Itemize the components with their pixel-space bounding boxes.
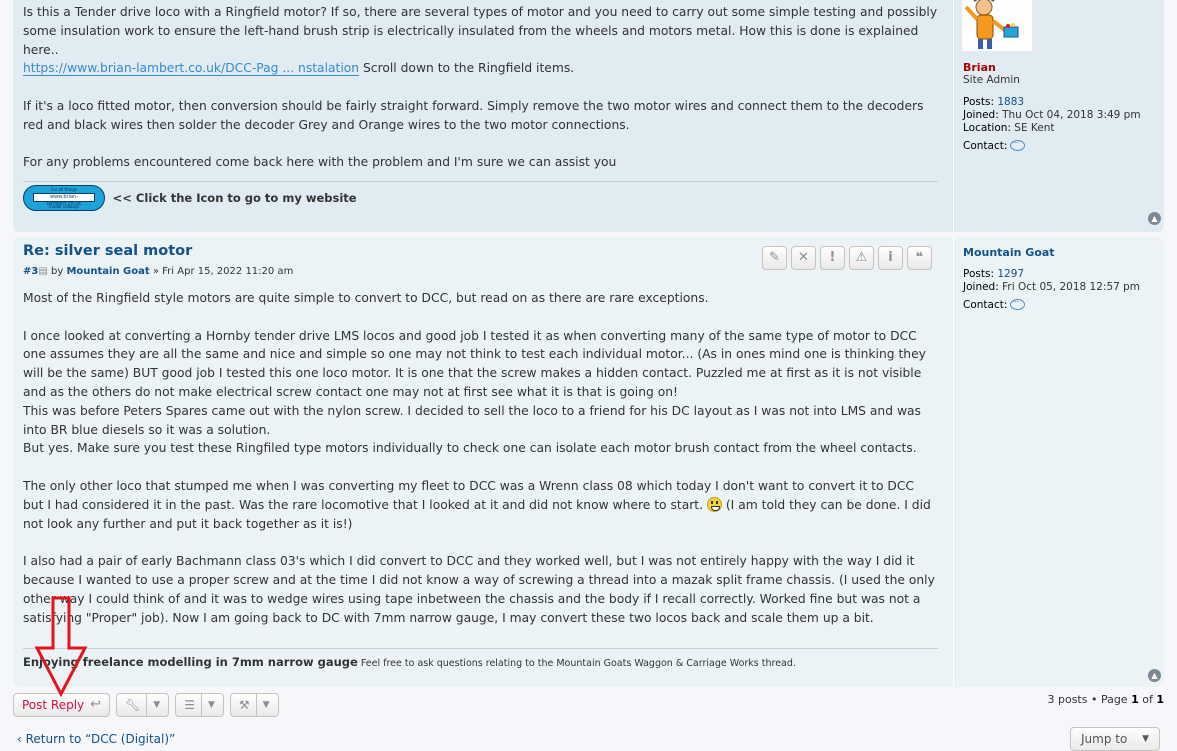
contact-label: Contact: bbox=[963, 299, 1008, 311]
location-value: SE Kent bbox=[1014, 122, 1055, 134]
posts-count-link[interactable]: 1297 bbox=[997, 268, 1024, 280]
jump-to-dropdown[interactable]: Jump to ▼ bbox=[1070, 727, 1160, 751]
badge-top-text: For all things bbox=[51, 187, 77, 192]
post-number-link[interactable]: #3 bbox=[23, 266, 38, 277]
posts-count-link[interactable]: 1883 bbox=[997, 96, 1024, 108]
post-2-paragraph-4: I also had a pair of early Bachmann clas… bbox=[23, 554, 935, 625]
post-2-body: Most of the Ringfield style motors are q… bbox=[23, 289, 938, 646]
return-to-forum-link[interactable]: ‹ Return to “DCC (Digital)” bbox=[17, 732, 175, 746]
total-pages: 1 bbox=[1156, 693, 1164, 706]
pagination: 3 posts • Page 1 of 1 bbox=[1047, 693, 1164, 706]
post-file-icon: ▤ bbox=[38, 266, 48, 277]
posts-label: Posts: bbox=[963, 268, 994, 280]
joined-label: Joined: bbox=[963, 281, 999, 293]
link-suffix-text: Scroll down to the Ringfield items. bbox=[359, 61, 575, 76]
annotation-arrow-icon bbox=[34, 596, 88, 698]
gavel-icon: ⚒ bbox=[238, 698, 250, 712]
moderator-tools-button[interactable]: ⚒ ▼ bbox=[229, 693, 279, 717]
profile-rank: Site Admin bbox=[963, 74, 1020, 86]
back-to-top-icon[interactable]: ▲ bbox=[1148, 212, 1161, 225]
contact-bubble-icon[interactable] bbox=[1010, 294, 1026, 310]
sort-icon: ☰ bbox=[184, 698, 195, 712]
chevron-down-icon: ▼ bbox=[200, 694, 215, 716]
grin-smiley-icon bbox=[706, 496, 722, 512]
edit-post-button[interactable]: ✎ bbox=[762, 246, 787, 270]
contact-bubble-icon[interactable] bbox=[1010, 135, 1026, 151]
joined-date: Fri Oct 05, 2018 12:57 pm bbox=[1002, 281, 1141, 293]
posts-label: Posts: bbox=[963, 96, 994, 108]
post-title[interactable]: Re: silver seal motor bbox=[23, 243, 192, 259]
post-2-paragraph-2c: But yes. Make sure you test these Ringfi… bbox=[23, 441, 917, 456]
joined-label: Joined: bbox=[963, 109, 999, 121]
pagination-prefix: 3 posts • Page bbox=[1047, 693, 1132, 706]
website-link[interactable]: https://www.brian-lambert.co.uk/DCC-Pag … bbox=[23, 61, 360, 77]
post-tools: ✎ ✕ ! ⚠ i ❝ bbox=[762, 246, 932, 270]
badge-bottom-text: model railways bbox=[48, 204, 80, 209]
delete-post-button[interactable]: ✕ bbox=[791, 246, 816, 270]
post-2-profile: Mountain Goat Posts: 1297 Joined: Fri Oc… bbox=[953, 237, 1163, 687]
chevron-down-icon: ▼ bbox=[146, 694, 160, 716]
post-date: » Fri Apr 15, 2022 11:20 am bbox=[152, 266, 294, 277]
warn-user-button[interactable]: ⚠ bbox=[849, 246, 874, 270]
pagination-of: of bbox=[1138, 693, 1157, 706]
profile-username[interactable]: Brian bbox=[963, 61, 1163, 74]
report-post-button[interactable]: ! bbox=[820, 246, 845, 270]
contact-label: Contact: bbox=[963, 140, 1008, 152]
avatar[interactable] bbox=[962, 0, 1032, 51]
topic-tools-button[interactable]: 🔧︎ ▼ bbox=[116, 693, 170, 717]
post-1-paragraph-3: For any problems encountered come back h… bbox=[23, 155, 617, 170]
post-1-body: Is this a Tender drive loco with a Ringf… bbox=[23, 3, 938, 191]
post-info-button[interactable]: i bbox=[878, 246, 903, 270]
post-author-name[interactable]: Mountain Goat bbox=[66, 266, 149, 277]
reply-arrow-icon: ↩ bbox=[90, 697, 102, 712]
post-1: Is this a Tender drive loco with a Ringf… bbox=[13, 0, 1164, 232]
current-page: 1 bbox=[1131, 693, 1139, 706]
website-badge-image[interactable]: For all things www.brian-lambert.co.uk m… bbox=[23, 185, 105, 211]
post-2: Re: silver seal motor #3▤ by Mountain Go… bbox=[13, 237, 1164, 687]
post-author-line: #3▤ by Mountain Goat » Fri Apr 15, 2022 … bbox=[23, 266, 293, 277]
joined-date: Thu Oct 04, 2018 3:49 pm bbox=[1002, 109, 1141, 121]
badge-url-text: www.brian-lambert.co.uk bbox=[33, 193, 95, 207]
post-1-paragraph-2: If it's a loco fitted motor, then conver… bbox=[23, 98, 924, 132]
jump-to-label: Jump to bbox=[1081, 732, 1128, 746]
post-2-paragraph-2a: I once looked at converting a Hornby ten… bbox=[23, 328, 926, 399]
signature-text: << Click the Icon to go to my website bbox=[112, 191, 357, 205]
sort-button[interactable]: ☰ ▼ bbox=[175, 693, 224, 717]
signature-rest-text: Feel free to ask questions relating to t… bbox=[357, 658, 796, 669]
back-to-top-icon[interactable]: ▲ bbox=[1148, 669, 1161, 682]
quote-button[interactable]: ❝ bbox=[907, 246, 932, 270]
chevron-down-icon: ▼ bbox=[255, 694, 270, 716]
by-text: by bbox=[50, 266, 64, 277]
location-label: Location: bbox=[963, 122, 1011, 134]
post-1-signature: For all things www.brian-lambert.co.uk m… bbox=[23, 181, 938, 215]
post-2-paragraph-2b: This was before Peters Spares came out w… bbox=[23, 403, 921, 437]
wrench-icon: 🔧︎ bbox=[125, 698, 141, 712]
post-1-paragraph-1: Is this a Tender drive loco with a Ringf… bbox=[23, 5, 938, 57]
post-2-paragraph-1: Most of the Ringfield style motors are q… bbox=[23, 291, 709, 305]
profile-username[interactable]: Mountain Goat bbox=[963, 246, 1163, 259]
post-2-signature: Enjoying freelance modelling in 7mm narr… bbox=[23, 648, 938, 669]
